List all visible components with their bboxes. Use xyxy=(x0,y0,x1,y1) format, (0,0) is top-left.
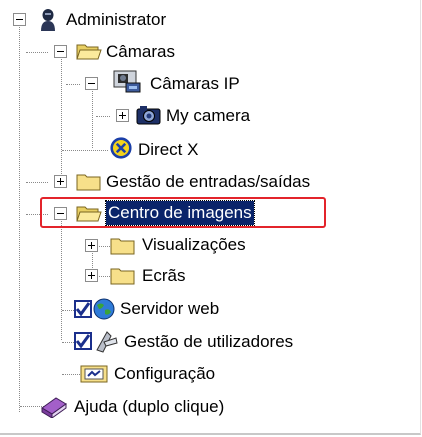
checkbox-checked-icon[interactable] xyxy=(74,300,92,318)
tree-item-io-management[interactable]: Gestão de entradas/saídas xyxy=(104,170,312,194)
help-book-icon xyxy=(41,397,67,418)
camera-icon xyxy=(136,106,161,125)
tree-line xyxy=(62,374,80,375)
collapse-toggle[interactable] xyxy=(13,13,26,26)
tree-item-user-management[interactable]: Gestão de utilizadores xyxy=(122,330,295,354)
globe-icon xyxy=(93,298,115,320)
tree-line xyxy=(61,218,62,340)
checkbox-checked-icon[interactable] xyxy=(74,332,92,350)
folder-open-icon xyxy=(76,44,102,60)
collapse-toggle[interactable] xyxy=(85,77,98,90)
tree-line xyxy=(66,84,80,85)
tree-item-ip-cameras[interactable]: Câmaras IP xyxy=(148,72,242,96)
highlight-box xyxy=(40,197,326,228)
tree-item-administrator[interactable]: Administrator xyxy=(64,8,168,32)
tree-line xyxy=(62,150,108,151)
tree-line xyxy=(26,52,48,53)
tree-item-direct-x[interactable]: Direct X xyxy=(136,138,200,162)
tree-line xyxy=(96,116,110,117)
tree-item-web-server[interactable]: Servidor web xyxy=(118,297,221,321)
tree-item-help[interactable]: Ajuda (duplo clique) xyxy=(72,395,226,419)
expand-toggle[interactable] xyxy=(54,175,67,188)
tree-item-my-camera[interactable]: My camera xyxy=(164,104,252,128)
tree-line xyxy=(92,88,93,148)
tree-line xyxy=(96,246,110,247)
ip-camera-icon xyxy=(113,70,141,93)
collapse-toggle[interactable] xyxy=(54,45,67,58)
tree-item-views[interactable]: Visualizações xyxy=(140,233,248,257)
tree-item-configuration[interactable]: Configuração xyxy=(112,362,217,386)
configuration-icon xyxy=(80,365,108,383)
tree-item-screens[interactable]: Ecrãs xyxy=(140,264,187,288)
expand-toggle[interactable] xyxy=(85,269,98,282)
folder-icon xyxy=(76,174,101,191)
users-tool-icon xyxy=(96,331,118,353)
tree-view: Administrator Câmaras Câmaras IP My came… xyxy=(0,0,421,435)
directx-icon xyxy=(110,137,132,159)
folder-icon xyxy=(110,238,135,255)
tree-line xyxy=(61,56,62,178)
expand-toggle[interactable] xyxy=(116,109,129,122)
tree-line xyxy=(19,24,20,412)
folder-icon xyxy=(110,268,135,285)
tree-line xyxy=(26,182,48,183)
expand-toggle[interactable] xyxy=(85,239,98,252)
user-icon xyxy=(41,9,55,31)
tree-line xyxy=(96,276,110,277)
tree-item-cameras[interactable]: Câmaras xyxy=(104,40,177,64)
